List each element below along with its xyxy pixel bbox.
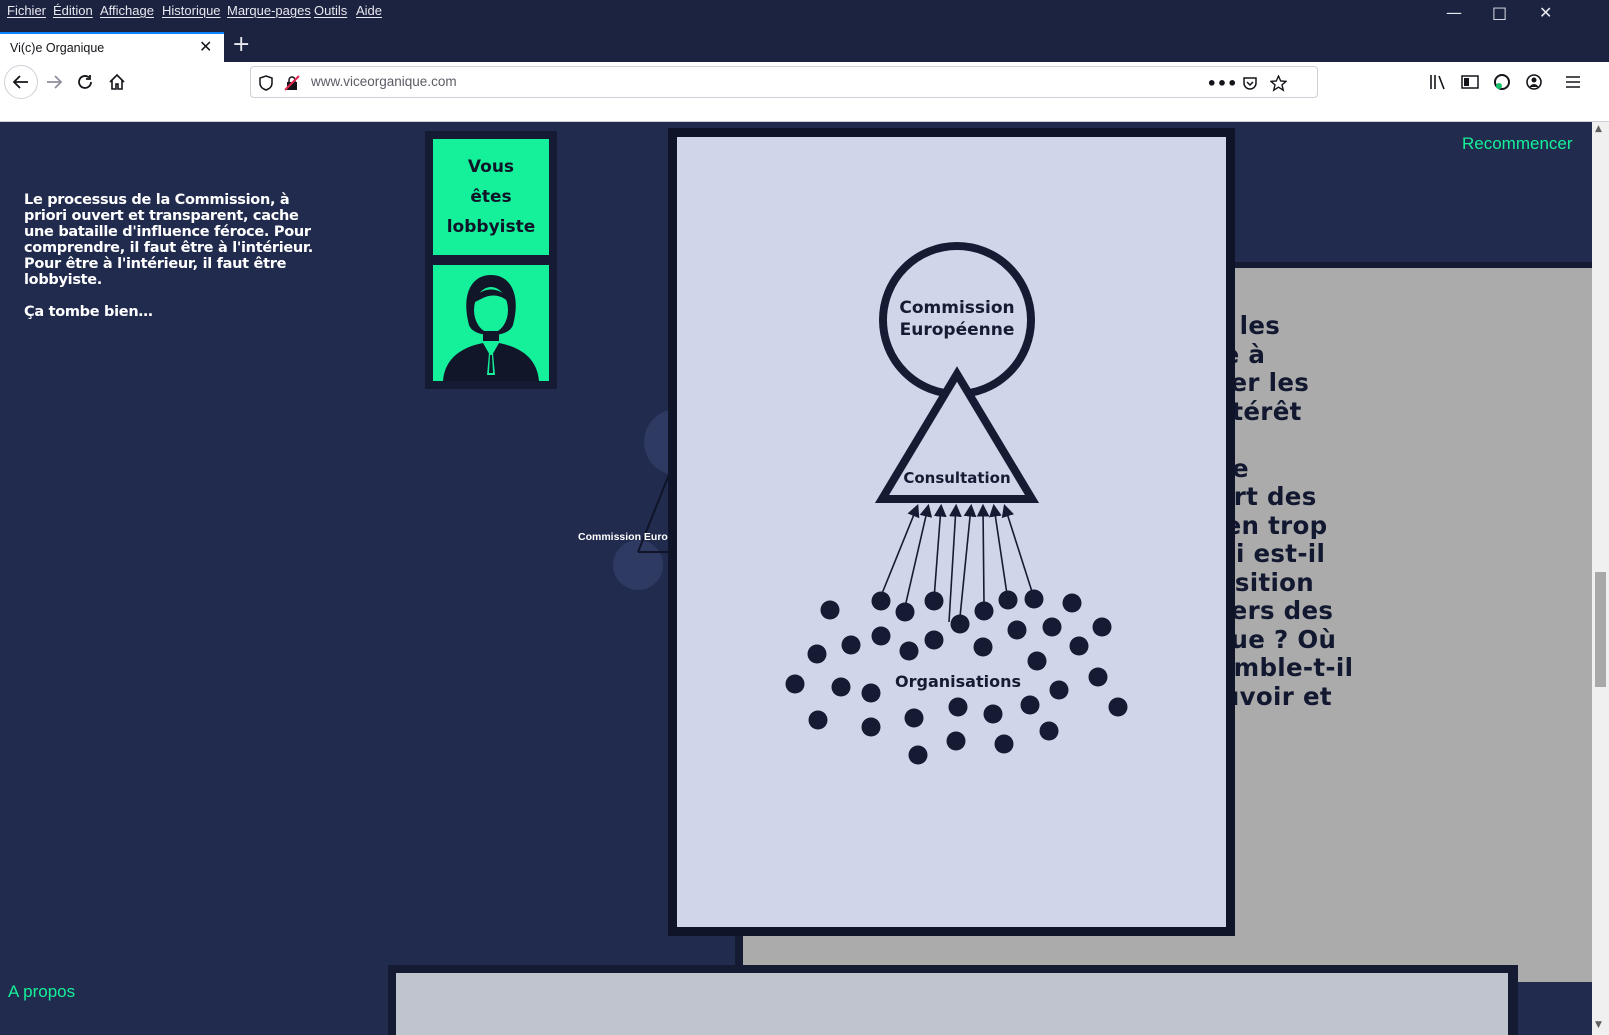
- tab-active[interactable]: Vi(c)e Organique ✕: [0, 32, 224, 62]
- graph-node-commission[interactable]: [613, 540, 663, 590]
- sidebar-icon[interactable]: [1460, 72, 1480, 92]
- consultation-diagram: Commission Européenne Consultation Organ…: [785, 242, 1128, 765]
- role-line-2: êtes: [470, 187, 512, 207]
- role-card-title: Vous êtes lobbyiste: [433, 139, 549, 255]
- consultation-label: Consultation: [903, 469, 1010, 487]
- tab-strip: Vi(c)e Organique ✕ +: [0, 32, 1609, 62]
- back-arrow-icon: [12, 75, 28, 89]
- bottom-card: [388, 965, 1518, 1035]
- shield-icon[interactable]: [257, 74, 275, 92]
- menu-fichier[interactable]: Fichier: [7, 3, 46, 18]
- bottom-card-inner: [396, 973, 1508, 1035]
- menu-historique[interactable]: Historique: [162, 3, 221, 18]
- forward-arrow-icon: [47, 75, 63, 89]
- url-text[interactable]: www.viceorganique.com: [311, 74, 457, 89]
- graph-node-label: Commission Europ: [578, 531, 675, 543]
- url-bar[interactable]: www.viceorganique.com •••: [250, 66, 1318, 98]
- consultation-card-inner: Commission Européenne Consultation Organ…: [677, 137, 1226, 927]
- maximize-icon[interactable]: □: [1492, 3, 1507, 22]
- organisations-label: Organisations: [895, 672, 1021, 691]
- close-window-icon[interactable]: ✕: [1539, 3, 1552, 22]
- restart-link[interactable]: Recommencer: [1462, 134, 1573, 154]
- page-content: Commission Europ Le processus de la Comm…: [0, 122, 1609, 1035]
- reload-button[interactable]: [68, 65, 102, 99]
- home-button[interactable]: [100, 65, 134, 99]
- page-scrollbar[interactable]: ▲ ▼: [1592, 122, 1609, 1035]
- pocket-icon[interactable]: [1241, 74, 1259, 92]
- reload-icon: [78, 75, 92, 89]
- tab-title: Vi(c)e Organique: [10, 41, 105, 55]
- new-tab-icon[interactable]: +: [232, 32, 250, 57]
- lobbyist-avatar-icon: [433, 265, 549, 381]
- menu-edition[interactable]: Édition: [53, 3, 93, 18]
- tab-close-icon[interactable]: ✕: [199, 37, 212, 56]
- back-button[interactable]: [4, 65, 38, 99]
- scroll-down-icon[interactable]: ▼: [1595, 1020, 1602, 1030]
- intro-tagline: Ça tombe bien…: [24, 304, 153, 320]
- home-icon: [109, 73, 125, 90]
- library-icon[interactable]: [1428, 72, 1448, 92]
- role-line-3: lobbyiste: [446, 217, 536, 237]
- forward-button[interactable]: [37, 65, 71, 99]
- hamburger-menu-icon[interactable]: [1563, 72, 1583, 92]
- commission-label-1: Commission: [899, 298, 1014, 318]
- extension-icon[interactable]: [1492, 72, 1512, 92]
- intro-paragraph: Le processus de la Commission, à priori …: [24, 192, 313, 288]
- about-link[interactable]: A propos: [8, 982, 75, 1002]
- page-actions-icon[interactable]: •••: [1207, 74, 1238, 93]
- scroll-thumb[interactable]: [1595, 572, 1606, 687]
- intro-text: Le processus de la Commission, à priori …: [24, 192, 324, 336]
- consultation-card: Commission Européenne Consultation Organ…: [668, 128, 1235, 936]
- navigation-bar: www.viceorganique.com •••: [0, 62, 1609, 122]
- insecure-lock-icon[interactable]: [283, 74, 301, 92]
- menu-outils[interactable]: Outils: [314, 3, 347, 18]
- menu-aide[interactable]: Aide: [356, 3, 382, 18]
- minimize-icon[interactable]: —: [1446, 3, 1462, 22]
- menu-marque-pages[interactable]: Marque-pages: [227, 3, 311, 18]
- account-icon[interactable]: [1524, 72, 1544, 92]
- scroll-up-icon[interactable]: ▲: [1595, 124, 1602, 134]
- menu-affichage[interactable]: Affichage: [100, 3, 154, 18]
- role-card: Vous êtes lobbyiste: [425, 131, 557, 389]
- commission-label-2: Européenne: [900, 320, 1015, 340]
- role-line-1: Vous: [467, 157, 515, 177]
- bookmark-star-icon[interactable]: [1269, 74, 1287, 92]
- menu-bar: Fichier Édition Affichage Historique Mar…: [0, 0, 1609, 32]
